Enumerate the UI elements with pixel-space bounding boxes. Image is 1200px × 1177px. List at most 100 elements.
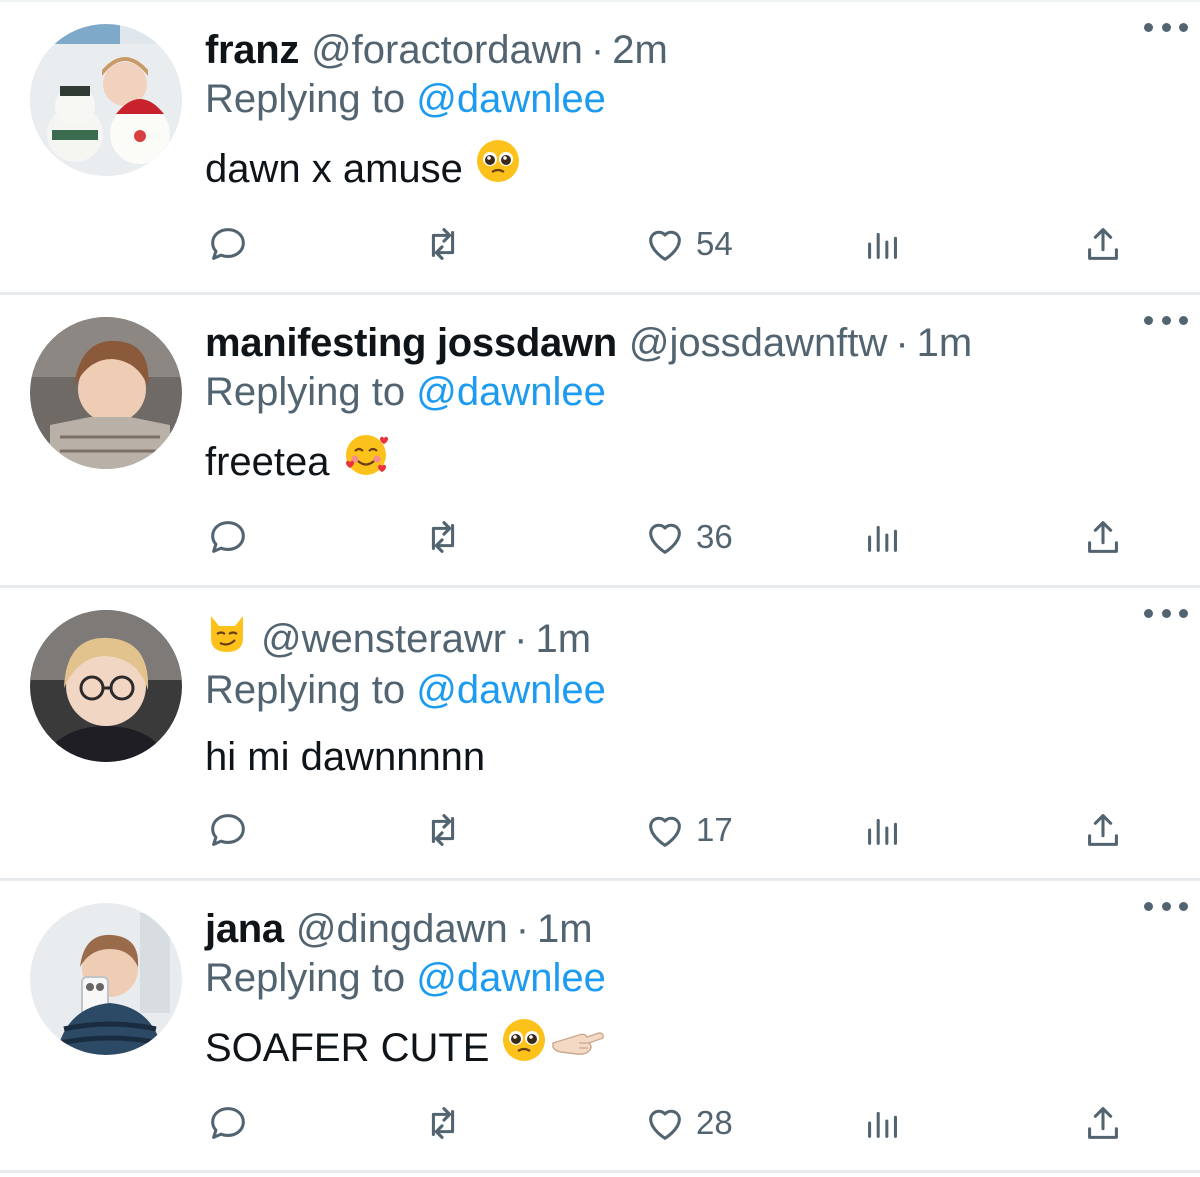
tweet-text: dawn x amuse	[205, 138, 1170, 199]
pointing-hand-icon	[549, 1020, 605, 1076]
like-count: 54	[696, 225, 733, 262]
reply-button[interactable]	[205, 507, 251, 567]
like-button[interactable]: 36	[642, 507, 733, 567]
share-button[interactable]	[1080, 507, 1126, 567]
reply-icon	[211, 521, 245, 553]
heart-icon	[649, 816, 681, 847]
tweet-header: jana @dingdawn · 1m	[205, 905, 1170, 953]
user-handle[interactable]: @dingdawn	[296, 905, 508, 953]
separator: ·	[895, 321, 909, 365]
replying-to-label: Replying to	[205, 956, 406, 1000]
tweet[interactable]: manifesting jossdawn @jossdawnftw · 1m R…	[0, 295, 1200, 588]
reply-feed: franz @foractordawn · 2m Replying to @da…	[0, 0, 1200, 1177]
like-count: 28	[696, 1104, 733, 1141]
avatar[interactable]	[30, 903, 182, 1055]
views-button[interactable]	[860, 214, 906, 274]
replying-to-label: Replying to	[205, 370, 406, 414]
retweet-icon	[431, 521, 455, 553]
pleading-face-icon	[475, 138, 521, 199]
tweet-actions: 36	[205, 507, 1130, 567]
timestamp[interactable]: 1m	[917, 319, 973, 367]
mention-link[interactable]: @dawnlee	[416, 77, 606, 121]
heart-icon	[649, 230, 681, 261]
reply-icon	[211, 1107, 245, 1139]
analytics-icon	[868, 1111, 897, 1138]
avatar-image	[30, 610, 182, 762]
tweet-actions: 28	[205, 1093, 1130, 1153]
share-button[interactable]	[1080, 214, 1126, 274]
display-name[interactable]: manifesting jossdawn	[205, 319, 617, 367]
share-button[interactable]	[1080, 1093, 1126, 1153]
tweet-text-content: hi mi dawnnnnn	[205, 735, 486, 779]
more-options-icon[interactable]	[1144, 305, 1188, 335]
more-options-icon[interactable]	[1144, 598, 1188, 628]
retweet-icon	[431, 228, 455, 260]
pleading-face-icon	[501, 1017, 547, 1078]
retweet-icon	[431, 1107, 455, 1139]
tweet-text-content: dawn x amuse	[205, 146, 463, 191]
tweet-text: SOAFER CUTE	[205, 1017, 1170, 1078]
user-handle[interactable]: @foractordawn	[311, 26, 583, 74]
tweet-text: freetea	[205, 431, 1170, 492]
separator: ·	[514, 616, 528, 661]
retweet-button[interactable]	[420, 507, 466, 567]
user-handle[interactable]: @wensterawr	[261, 615, 506, 663]
tweet[interactable]: franz @foractordawn · 2m Replying to @da…	[0, 2, 1200, 295]
more-options-icon[interactable]	[1144, 12, 1188, 42]
tweet-text-content: freetea	[205, 439, 330, 484]
replying-to: Replying to @dawnlee	[205, 367, 1170, 417]
avatar[interactable]	[30, 317, 182, 469]
reply-button[interactable]	[205, 214, 251, 274]
timestamp[interactable]: 1m	[535, 615, 591, 663]
replying-to-label: Replying to	[205, 668, 406, 712]
timestamp[interactable]: 2m	[612, 26, 668, 74]
tweet-header: manifesting jossdawn @jossdawnftw · 1m	[205, 319, 1170, 367]
avatar[interactable]	[30, 610, 182, 762]
replying-to: Replying to @dawnlee	[205, 74, 1170, 124]
retweet-icon	[431, 814, 455, 846]
like-button[interactable]: 17	[642, 800, 733, 860]
reply-button[interactable]	[205, 800, 251, 860]
replying-to-label: Replying to	[205, 77, 406, 121]
like-button[interactable]: 28	[642, 1093, 733, 1153]
tweet-actions: 17	[205, 800, 1130, 860]
user-handle[interactable]: @jossdawnftw	[629, 319, 887, 367]
separator: ·	[590, 28, 605, 72]
reply-icon	[211, 814, 245, 846]
tweet[interactable]: jana @dingdawn · 1m Replying to @dawnlee…	[0, 881, 1200, 1173]
more-options-icon[interactable]	[1144, 891, 1188, 921]
mention-link[interactable]: @dawnlee	[416, 956, 606, 1000]
tweet-text-content: SOAFER CUTE	[205, 1025, 490, 1070]
tweet-header: franz @foractordawn · 2m	[205, 26, 1170, 74]
views-button[interactable]	[860, 507, 906, 567]
timestamp[interactable]: 1m	[537, 905, 593, 953]
retweet-button[interactable]	[420, 1093, 466, 1153]
like-count: 17	[696, 811, 733, 848]
mention-link[interactable]: @dawnlee	[416, 370, 606, 414]
tweet-actions: 54	[205, 214, 1130, 274]
like-count: 36	[696, 518, 733, 555]
views-button[interactable]	[860, 800, 906, 860]
tweet[interactable]: @wensterawr · 1m Replying to @dawnlee hi…	[0, 588, 1200, 881]
tweet-header: @wensterawr · 1m	[205, 612, 1170, 665]
reply-icon	[211, 228, 245, 260]
share-icon	[1088, 228, 1118, 260]
heart-icon	[649, 1109, 681, 1140]
views-button[interactable]	[860, 1093, 906, 1153]
retweet-button[interactable]	[420, 214, 466, 274]
analytics-icon	[868, 525, 897, 552]
share-button[interactable]	[1080, 800, 1126, 860]
display-name[interactable]: jana	[205, 905, 284, 953]
retweet-button[interactable]	[420, 800, 466, 860]
smirking-cat-icon	[205, 612, 249, 665]
replying-to: Replying to @dawnlee	[205, 665, 1170, 715]
like-button[interactable]: 54	[642, 214, 733, 274]
reply-button[interactable]	[205, 1093, 251, 1153]
analytics-icon	[868, 818, 897, 845]
mention-link[interactable]: @dawnlee	[416, 668, 606, 712]
analytics-icon	[868, 232, 897, 259]
avatar[interactable]	[30, 24, 182, 176]
display-name[interactable]: franz	[205, 26, 299, 74]
share-icon	[1088, 814, 1118, 846]
replying-to: Replying to @dawnlee	[205, 953, 1170, 1003]
